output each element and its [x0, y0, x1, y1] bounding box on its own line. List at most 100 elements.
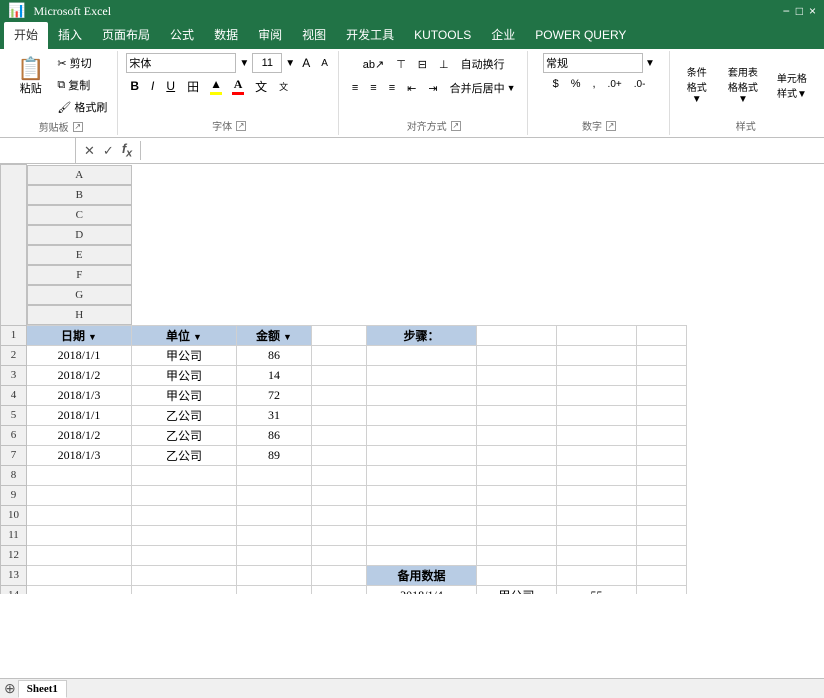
- font-size-dropdown[interactable]: ▼: [285, 58, 295, 69]
- cell-D14[interactable]: [312, 585, 367, 594]
- cell-E7[interactable]: [367, 445, 477, 465]
- cell-A8[interactable]: [27, 465, 132, 485]
- cell-D6[interactable]: [312, 425, 367, 445]
- cell-C13[interactable]: [237, 565, 312, 585]
- tab-review[interactable]: 审阅: [248, 22, 292, 49]
- row-header-5[interactable]: 5: [1, 405, 27, 425]
- cell-F10[interactable]: [477, 505, 557, 525]
- font-color-button[interactable]: A: [229, 75, 247, 97]
- cell-E8[interactable]: [367, 465, 477, 485]
- cell-A9[interactable]: [27, 485, 132, 505]
- cell-G4[interactable]: [557, 385, 637, 405]
- italic-button[interactable]: I: [147, 77, 158, 95]
- cell-D1[interactable]: [312, 325, 367, 345]
- cell-H14[interactable]: [637, 585, 687, 594]
- number-format-select[interactable]: [543, 53, 643, 73]
- cell-G5[interactable]: [557, 405, 637, 425]
- cell-F1[interactable]: [477, 325, 557, 345]
- col-header-F[interactable]: F: [27, 265, 132, 285]
- row-header-10[interactable]: 10: [1, 505, 27, 525]
- indent-dec-button[interactable]: ⇤: [402, 79, 421, 98]
- tab-formula[interactable]: 公式: [160, 22, 204, 49]
- cut-button[interactable]: ✂ 剪切: [53, 53, 111, 73]
- border-button[interactable]: 田: [183, 76, 203, 97]
- row-header-13[interactable]: 13: [1, 565, 27, 585]
- col-header-B[interactable]: B: [27, 185, 132, 205]
- indent-inc-button[interactable]: ⇥: [423, 79, 442, 98]
- cell-C7[interactable]: 89: [237, 445, 312, 465]
- wencai-button[interactable]: 文: [251, 76, 271, 97]
- cell-B9[interactable]: [132, 485, 237, 505]
- cell-F12[interactable]: [477, 545, 557, 565]
- merge-dropdown[interactable]: ▼: [507, 83, 516, 93]
- cell-D2[interactable]: [312, 345, 367, 365]
- font-shrink-button[interactable]: A: [317, 56, 332, 71]
- tab-kutools[interactable]: KUTOOLS: [404, 22, 481, 49]
- row-header-3[interactable]: 3: [1, 365, 27, 385]
- cell-C5[interactable]: 31: [237, 405, 312, 425]
- cell-B1[interactable]: 单位 ▼: [132, 325, 237, 345]
- tab-data[interactable]: 数据: [204, 22, 248, 49]
- cell-G13[interactable]: [557, 565, 637, 585]
- cell-H7[interactable]: [637, 445, 687, 465]
- cell-D9[interactable]: [312, 485, 367, 505]
- cell-B6[interactable]: 乙公司: [132, 425, 237, 445]
- cell-F5[interactable]: [477, 405, 557, 425]
- cell-D5[interactable]: [312, 405, 367, 425]
- number-expander[interactable]: ↗: [606, 121, 616, 131]
- row-header-11[interactable]: 11: [1, 525, 27, 545]
- font-name-dropdown[interactable]: ▼: [239, 58, 249, 69]
- font-name-select[interactable]: [126, 53, 236, 73]
- cell-C8[interactable]: [237, 465, 312, 485]
- merge-button[interactable]: 合并后居中 ▼: [445, 77, 521, 99]
- cell-B10[interactable]: [132, 505, 237, 525]
- cell-G1[interactable]: [557, 325, 637, 345]
- col-header-E[interactable]: E: [27, 245, 132, 265]
- tab-insert[interactable]: 插入: [48, 22, 92, 49]
- cell-A12[interactable]: [27, 545, 132, 565]
- cell-E4[interactable]: [367, 385, 477, 405]
- decrease-decimal-button[interactable]: .0-: [629, 76, 651, 93]
- cell-C3[interactable]: 14: [237, 365, 312, 385]
- cell-E10[interactable]: [367, 505, 477, 525]
- cell-D10[interactable]: [312, 505, 367, 525]
- wrap-text-button[interactable]: 自动换行: [456, 53, 510, 75]
- cell-C12[interactable]: [237, 545, 312, 565]
- cell-B4[interactable]: 甲公司: [132, 385, 237, 405]
- conditional-format-button[interactable]: 条件格式▼: [678, 61, 716, 108]
- cell-E3[interactable]: [367, 365, 477, 385]
- cell-H9[interactable]: [637, 485, 687, 505]
- cell-A1[interactable]: 日期 ▼: [27, 325, 132, 345]
- number-format-dropdown[interactable]: ▼: [645, 58, 655, 69]
- cell-G7[interactable]: [557, 445, 637, 465]
- currency-button[interactable]: $: [548, 75, 564, 93]
- thousand-button[interactable]: ,: [587, 75, 600, 93]
- cell-E2[interactable]: [367, 345, 477, 365]
- table-format-button[interactable]: 套用表格格式▼: [718, 61, 768, 108]
- cell-B3[interactable]: 甲公司: [132, 365, 237, 385]
- cell-H1[interactable]: [637, 325, 687, 345]
- align-top-button[interactable]: ⊤: [391, 55, 411, 74]
- cell-A7[interactable]: 2018/1/3: [27, 445, 132, 465]
- cell-C9[interactable]: [237, 485, 312, 505]
- cell-B13[interactable]: [132, 565, 237, 585]
- cell-H10[interactable]: [637, 505, 687, 525]
- formula-confirm-button[interactable]: ✓: [101, 143, 116, 159]
- cell-A13[interactable]: [27, 565, 132, 585]
- format-painter-button[interactable]: 🖌 格式刷: [53, 97, 111, 117]
- cell-E5[interactable]: [367, 405, 477, 425]
- cell-style-button[interactable]: 单元格样式▼: [770, 67, 814, 103]
- cell-C10[interactable]: [237, 505, 312, 525]
- cell-G10[interactable]: [557, 505, 637, 525]
- bold-button[interactable]: B: [126, 77, 143, 95]
- row-header-8[interactable]: 8: [1, 465, 27, 485]
- cell-A14[interactable]: [27, 585, 132, 594]
- row-header-12[interactable]: 12: [1, 545, 27, 565]
- row-header-1[interactable]: 1: [1, 325, 27, 345]
- cell-H13[interactable]: [637, 565, 687, 585]
- cell-F9[interactable]: [477, 485, 557, 505]
- cell-F2[interactable]: [477, 345, 557, 365]
- increase-decimal-button[interactable]: .0+: [603, 76, 627, 93]
- cell-H2[interactable]: [637, 345, 687, 365]
- cell-A3[interactable]: 2018/1/2: [27, 365, 132, 385]
